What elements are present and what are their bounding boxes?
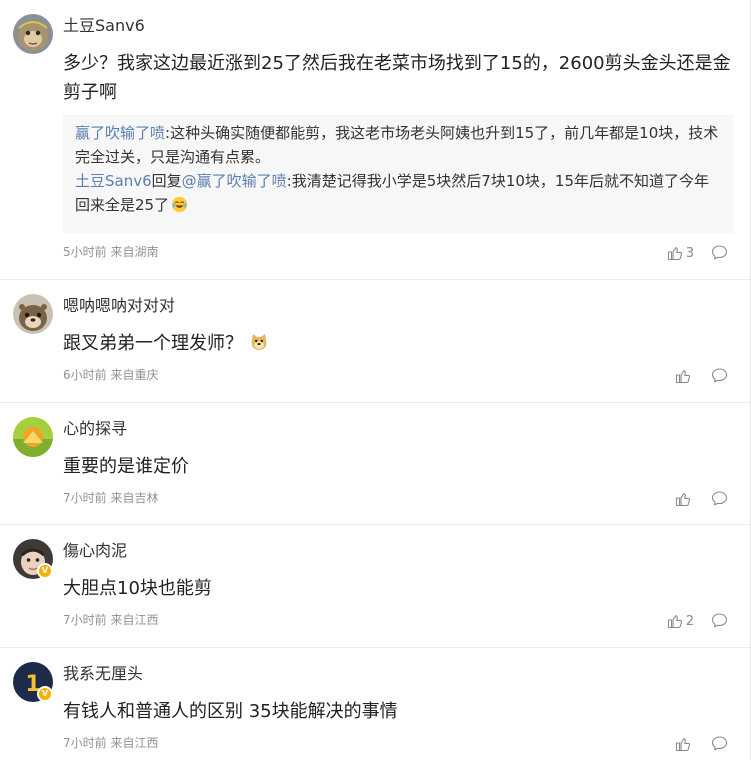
reply-item: 赢了吹输了喷:这种头确实随便都能剪，我这老市场老头阿姨也升到15了，前几年都是1… [75, 121, 721, 169]
comment-username[interactable]: 傷心肉泥 [63, 539, 127, 563]
reply-button[interactable] [711, 490, 728, 507]
thumb-up-icon [675, 370, 691, 384]
comment-item: 心的探寻 重要的是谁定价 7小时前 来自吉林 [0, 403, 750, 525]
comment-meta: 7小时前 来自江西 [63, 736, 159, 750]
comment-meta: 6小时前 来自重庆 [63, 368, 159, 382]
like-button[interactable] [675, 490, 694, 508]
monkey-avatar-icon [13, 14, 53, 54]
laugh-cry-emoji-icon [171, 196, 188, 213]
comment-text: 跟叉弟弟一个理发师？ [63, 329, 738, 358]
otter-avatar-icon [13, 294, 53, 334]
comment-meta: 7小时前 来自江西 [63, 613, 159, 627]
comment-username[interactable]: 嗯呐嗯呐对对对 [63, 294, 175, 318]
comment-feed: 土豆Sanv6 多少？我家这边最近涨到25了然后我在老菜市场找到了15的，260… [0, 0, 751, 760]
reply-thread: 赢了吹输了喷:这种头确实随便都能剪，我这老市场老头阿姨也升到15了，前几年都是1… [63, 115, 733, 233]
comment-item: 土豆Sanv6 多少？我家这边最近涨到25了然后我在老菜市场找到了15的，260… [0, 0, 750, 280]
sunset-avatar-icon [13, 417, 53, 457]
comment-username[interactable]: 土豆Sanv6 [63, 14, 145, 38]
reply-button[interactable] [711, 367, 728, 384]
reply-author-link[interactable]: 土豆Sanv6 [75, 172, 152, 190]
like-button[interactable] [675, 735, 694, 753]
like-button[interactable] [675, 367, 694, 385]
comment-text: 有钱人和普通人的区别 35块能解决的事情 [63, 701, 398, 722]
comment-bubble-icon [711, 613, 728, 628]
comment-bubble-icon [711, 245, 728, 260]
reply-button[interactable] [711, 612, 728, 629]
comment-username[interactable]: 心的探寻 [63, 417, 127, 441]
comment-text: 大胆点10块也能剪 [63, 578, 212, 599]
thumb-up-icon [675, 738, 691, 752]
thumb-up-icon [675, 493, 691, 507]
like-count: 2 [685, 613, 694, 629]
comment-text: 多少？我家这边最近涨到25了然后我在老菜市场找到了15的，2600剪头金头还是金… [63, 53, 731, 103]
comment-meta: 7小时前 来自吉林 [63, 491, 159, 505]
comment-text-content: 跟叉弟弟一个理发师？ [63, 333, 243, 354]
user-avatar[interactable] [13, 294, 53, 334]
verified-v-icon: V [37, 686, 53, 702]
verified-v-icon: V [37, 563, 53, 579]
user-avatar[interactable] [13, 417, 53, 457]
comment-bubble-icon [711, 368, 728, 383]
reply-mention-link[interactable]: @赢了吹输了喷 [182, 172, 287, 190]
like-button[interactable]: 2 [667, 612, 694, 630]
reply-word: 回复 [151, 172, 182, 190]
reply-button[interactable] [711, 244, 728, 261]
comment-username[interactable]: 我系无厘头 [63, 662, 143, 686]
reply-text: 这种头确实随便都能剪，我这老市场老头阿姨也升到15了，前几年都是10块，技术完全… [75, 124, 719, 166]
reply-author-link[interactable]: 赢了吹输了喷 [75, 124, 165, 142]
reply-item: 土豆Sanv6回复@赢了吹输了喷:我清楚记得我小学是5块然后7块10块，15年后… [75, 169, 721, 217]
thumb-up-icon [667, 615, 682, 629]
reply-button[interactable] [711, 735, 728, 752]
doge-emoji-icon [251, 334, 267, 350]
like-count: 3 [685, 245, 694, 261]
comment-text: 重要的是谁定价 [63, 456, 189, 477]
comment-bubble-icon [711, 491, 728, 506]
comment-item: 1 V 我系无厘头 有钱人和普通人的区别 35块能解决的事情 7小时前 来自江西 [0, 648, 750, 760]
comment-bubble-icon [711, 736, 728, 751]
comment-item: V 傷心肉泥 大胆点10块也能剪 7小时前 来自江西 2 [0, 525, 750, 648]
comment-item: 嗯呐嗯呐对对对 跟叉弟弟一个理发师？ 6小时前 来自重庆 [0, 280, 750, 403]
thumb-up-icon [667, 247, 682, 261]
comment-meta: 5小时前 来自湖南 [63, 245, 159, 259]
user-avatar[interactable] [13, 14, 53, 54]
like-button[interactable]: 3 [667, 244, 694, 262]
